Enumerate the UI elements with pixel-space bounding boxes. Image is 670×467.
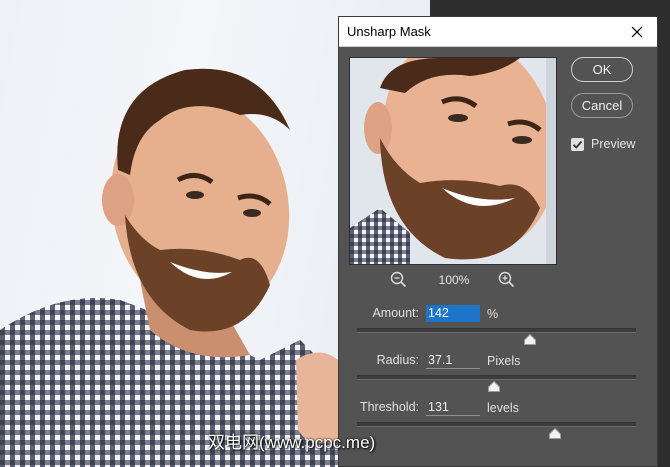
- zoom-in-button[interactable]: [497, 270, 517, 290]
- watermark-text: 双电网(www.pcpc.me): [208, 433, 376, 452]
- dialog-titlebar[interactable]: Unsharp Mask: [339, 17, 657, 47]
- checkmark-icon: [572, 140, 583, 149]
- dialog-title: Unsharp Mask: [347, 24, 431, 39]
- threshold-field[interactable]: [426, 399, 480, 416]
- amount-field[interactable]: [426, 305, 480, 322]
- zoom-out-button[interactable]: [389, 270, 409, 290]
- close-icon: [631, 26, 643, 37]
- zoom-in-icon: [498, 271, 515, 288]
- amount-slider-thumb[interactable]: [523, 334, 536, 345]
- zoom-level: 100%: [438, 273, 470, 287]
- preview-label: Preview: [591, 137, 636, 151]
- radius-unit: Pixels: [487, 354, 521, 368]
- amount-unit: %: [487, 307, 499, 321]
- close-button[interactable]: [617, 17, 657, 46]
- threshold-unit: levels: [487, 401, 519, 415]
- filter-preview-pane[interactable]: [349, 57, 557, 265]
- radius-field[interactable]: [426, 352, 480, 369]
- radius-label: Radius:: [376, 353, 419, 367]
- preview-image: [350, 58, 556, 264]
- amount-slider-track[interactable]: [357, 328, 636, 333]
- preview-checkbox-row[interactable]: Preview: [571, 135, 635, 153]
- zoom-out-icon: [390, 271, 407, 288]
- radius-slider-thumb[interactable]: [487, 381, 500, 392]
- ok-button[interactable]: OK: [571, 57, 633, 82]
- radius-slider-track[interactable]: [357, 375, 636, 380]
- threshold-slider-track[interactable]: [357, 422, 636, 427]
- unsharp-mask-dialog: Unsharp Mask 100% OK Cancel Preview Amou…: [338, 16, 658, 467]
- threshold-slider-thumb[interactable]: [549, 428, 562, 439]
- preview-checkbox[interactable]: [571, 137, 584, 151]
- zoom-controls: 100%: [349, 269, 555, 291]
- amount-label: Amount:: [372, 306, 419, 320]
- cancel-button[interactable]: Cancel: [571, 93, 633, 118]
- threshold-label: Threshold:: [359, 400, 419, 414]
